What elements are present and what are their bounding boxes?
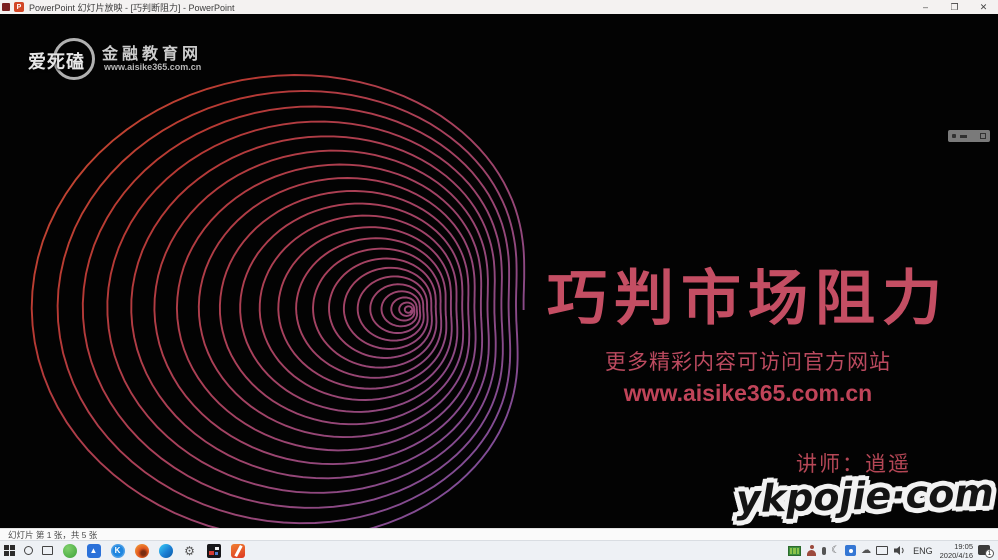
- minimize-button[interactable]: –: [911, 0, 940, 14]
- tray-volume-icon[interactable]: [893, 545, 906, 556]
- start-button[interactable]: [4, 545, 15, 556]
- status-bar: 幻灯片 第 1 张，共 5 张: [0, 528, 998, 540]
- slide-website: www.aisike365.com.cn: [530, 380, 966, 407]
- screen: P PowerPoint 幻灯片放映 - [巧判断阻力] - PowerPoin…: [0, 0, 998, 560]
- taskbar: ▲ K ⚙ ☾ ☁ ENG 19:05 2020/4/1: [0, 540, 998, 560]
- toolbar-dash-icon[interactable]: [960, 135, 967, 138]
- window-controls: – ❐ ✕: [911, 0, 998, 14]
- taskbar-app-orange-icon[interactable]: [134, 543, 149, 558]
- window-title: PowerPoint 幻灯片放映 - [巧判断阻力] - PowerPoint: [29, 1, 235, 14]
- system-tray: ☾ ☁ ENG 19:05 2020/4/16 1: [788, 542, 994, 560]
- tray-display-icon[interactable]: [876, 546, 888, 555]
- taskbar-app-k-icon[interactable]: K: [110, 543, 125, 558]
- tray-cloud-icon[interactable]: ☁: [861, 546, 871, 556]
- slide-counter: 幻灯片 第 1 张，共 5 张: [8, 529, 97, 541]
- window-titlebar: P PowerPoint 幻灯片放映 - [巧判断阻力] - PowerPoin…: [0, 0, 998, 14]
- restore-button[interactable]: ❐: [940, 0, 969, 14]
- powerpoint-icon: P: [14, 2, 24, 12]
- close-button[interactable]: ✕: [969, 0, 998, 14]
- slide-subtitle: 更多精彩内容可访问官方网站: [530, 346, 966, 376]
- taskbar-app-green-icon[interactable]: [62, 543, 77, 558]
- task-view-icon[interactable]: [42, 546, 53, 555]
- tray-moon-icon[interactable]: ☾: [831, 546, 840, 556]
- taskbar-app-red-icon[interactable]: [230, 543, 245, 558]
- taskbar-settings-icon[interactable]: ⚙: [182, 543, 197, 558]
- tray-green-card-icon[interactable]: [788, 546, 801, 556]
- toolbar-dot-icon[interactable]: [952, 134, 956, 138]
- taskbar-app-video-icon[interactable]: [206, 543, 221, 558]
- tray-blue-app-icon[interactable]: [845, 545, 856, 556]
- search-icon[interactable]: [24, 546, 33, 555]
- slideshow-icon: [2, 3, 10, 11]
- tray-person-icon[interactable]: [806, 545, 817, 556]
- slide-canvas[interactable]: 爱死磕 金融教育网 www.aisike365.com.cn 巧判市场阻力 更多…: [0, 14, 998, 528]
- taskbar-app-blue-square-icon[interactable]: ▲: [86, 543, 101, 558]
- taskbar-clock[interactable]: 19:05 2020/4/16: [940, 542, 973, 560]
- notification-badge: 1: [985, 549, 994, 558]
- clock-time: 19:05: [940, 542, 973, 551]
- toolbar-stop-icon[interactable]: [980, 133, 986, 139]
- action-center-icon[interactable]: 1: [978, 544, 994, 558]
- slide-title: 巧判市场阻力: [530, 250, 966, 337]
- logo-site-url: www.aisike365.com.cn: [104, 62, 201, 72]
- taskbar-app-edge-icon[interactable]: [158, 543, 173, 558]
- floating-toolbar[interactable]: [948, 130, 990, 142]
- watermark: ykpojie·com: [736, 471, 995, 522]
- input-language-indicator[interactable]: ENG: [911, 546, 935, 556]
- logo-site-name: 金融教育网: [102, 40, 202, 64]
- clock-date: 2020/4/16: [940, 551, 973, 560]
- logo-badge-text: 爱死磕: [28, 48, 85, 74]
- tray-microphone-icon[interactable]: [822, 547, 826, 555]
- site-logo: 爱死磕 金融教育网 www.aisike365.com.cn: [28, 38, 208, 90]
